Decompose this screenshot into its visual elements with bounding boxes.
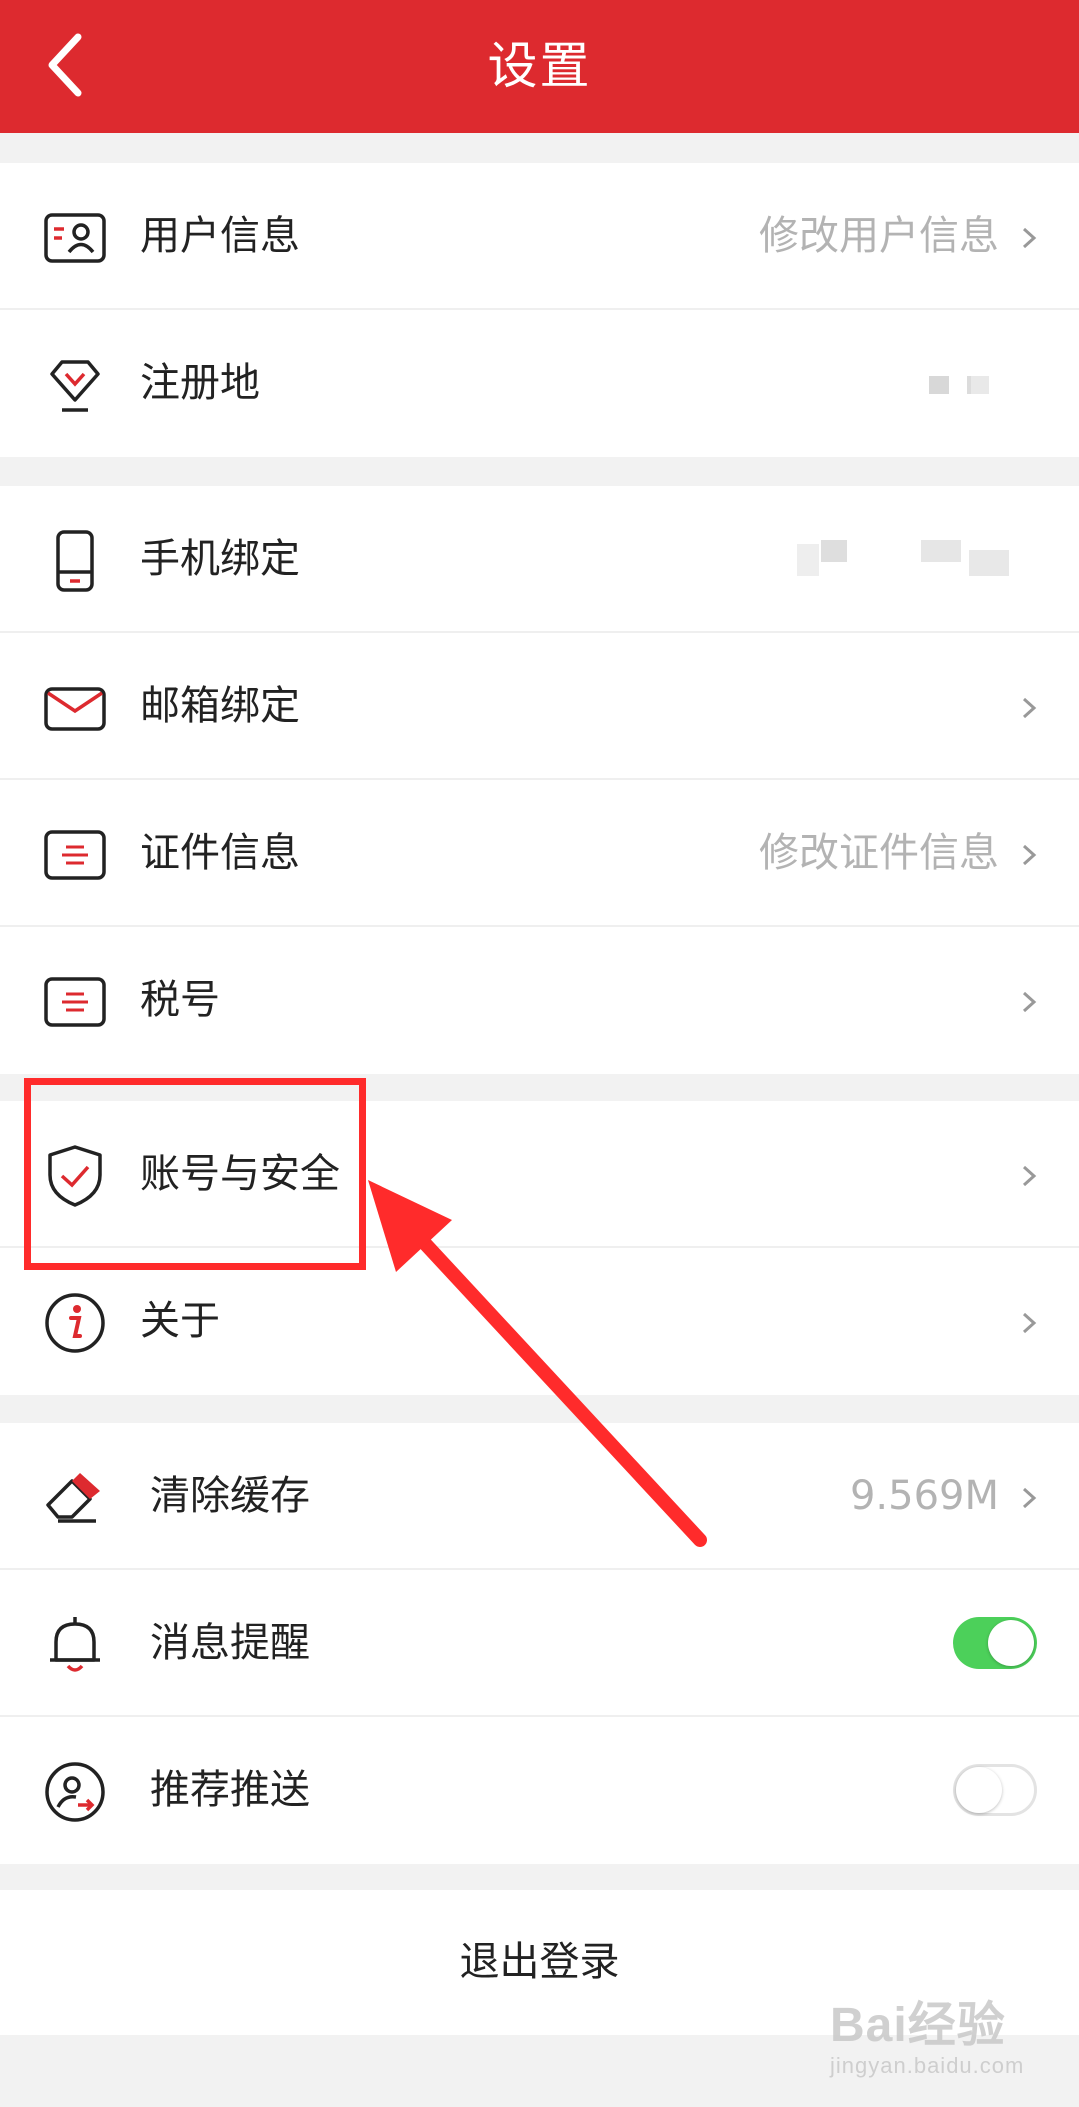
user-card-icon bbox=[44, 213, 106, 263]
id-info-value: 修改证件信息 bbox=[759, 830, 999, 876]
recommend-push-toggle[interactable] bbox=[953, 1764, 1037, 1816]
chevron-right-icon bbox=[1022, 227, 1037, 249]
toggle-knob bbox=[956, 1767, 1002, 1813]
watermark-main: Bai经验 bbox=[830, 1999, 1006, 2052]
id-doc-icon bbox=[44, 830, 106, 880]
phone-icon bbox=[56, 530, 94, 592]
row-email-binding[interactable]: 邮箱绑定 bbox=[0, 633, 1079, 780]
bell-icon bbox=[50, 1617, 100, 1672]
redacted-value bbox=[969, 550, 1009, 576]
redacted-value bbox=[797, 544, 819, 576]
location-diamond-icon bbox=[50, 360, 100, 412]
recommend-push-label: 推荐推送 bbox=[150, 1767, 310, 1813]
tax-number-label: 税号 bbox=[140, 977, 220, 1023]
chevron-right-icon bbox=[1022, 697, 1037, 719]
row-tax-number[interactable]: 税号 bbox=[0, 927, 1079, 1074]
chevron-right-icon bbox=[1022, 1312, 1037, 1334]
redacted-value bbox=[821, 540, 847, 562]
toggle-knob bbox=[988, 1620, 1034, 1666]
message-reminder-label: 消息提醒 bbox=[150, 1620, 310, 1666]
row-id-info[interactable]: 证件信息 修改证件信息 bbox=[0, 780, 1079, 927]
annotation-arrow-icon bbox=[368, 1180, 707, 1547]
watermark-sub: jingyan.baidu.com bbox=[830, 2053, 1025, 2078]
baidu-jingyan-watermark: Bai经验 jingyan.baidu.com bbox=[830, 1985, 1070, 2095]
user-push-icon bbox=[45, 1762, 105, 1822]
group-binding: 手机绑定 邮箱绑定 证件信息 修改证件信息 税号 bbox=[0, 486, 1079, 1074]
row-user-info[interactable]: 用户信息 修改用户信息 bbox=[0, 163, 1079, 310]
message-reminder-toggle[interactable] bbox=[953, 1617, 1037, 1669]
chevron-right-icon bbox=[1022, 844, 1037, 866]
group-user: 用户信息 修改用户信息 注册地 bbox=[0, 163, 1079, 457]
mail-icon bbox=[44, 687, 106, 731]
user-info-label: 用户信息 bbox=[140, 213, 300, 259]
info-icon bbox=[45, 1293, 105, 1353]
id-info-label: 证件信息 bbox=[140, 830, 300, 876]
chevron-right-icon bbox=[1022, 1165, 1037, 1187]
clear-cache-label: 清除缓存 bbox=[150, 1473, 310, 1519]
redacted-value bbox=[921, 540, 961, 562]
redacted-value bbox=[971, 376, 989, 394]
page-title: 设置 bbox=[487, 37, 592, 95]
cache-size-value: 9.569M bbox=[849, 1473, 999, 1519]
row-message-reminder[interactable]: 消息提醒 bbox=[0, 1570, 1079, 1717]
phone-binding-label: 手机绑定 bbox=[140, 536, 300, 582]
registration-label: 注册地 bbox=[140, 360, 260, 406]
redacted-value bbox=[929, 376, 949, 394]
row-registration[interactable]: 注册地 bbox=[0, 310, 1079, 457]
about-label: 关于 bbox=[140, 1298, 220, 1344]
user-info-value: 修改用户信息 bbox=[759, 213, 999, 259]
eraser-icon bbox=[46, 1473, 100, 1523]
row-recommend-push[interactable]: 推荐推送 bbox=[0, 1717, 1079, 1864]
email-binding-label: 邮箱绑定 bbox=[140, 683, 300, 729]
header-bar: 设置 bbox=[0, 0, 1079, 133]
tax-doc-icon bbox=[44, 977, 106, 1027]
chevron-right-icon bbox=[1022, 1487, 1037, 1509]
chevron-right-icon bbox=[1022, 991, 1037, 1013]
annotation-highlight-box bbox=[24, 1078, 366, 1270]
row-phone-binding[interactable]: 手机绑定 bbox=[0, 486, 1079, 633]
